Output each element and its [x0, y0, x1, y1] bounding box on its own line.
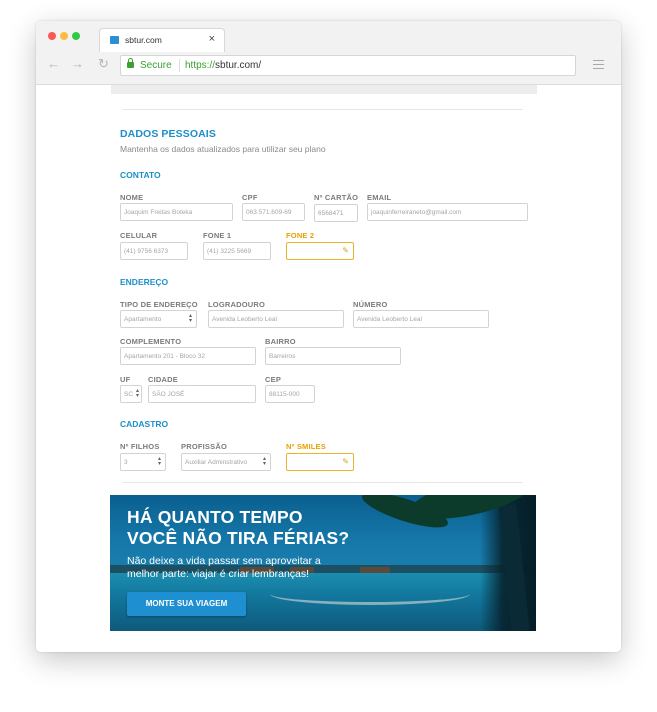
- browser-window: sbtur.com × ← → ↻ Secure https://sbtur.c…: [36, 21, 621, 652]
- forward-arrow-icon[interactable]: →: [71, 57, 84, 70]
- smiles-label: Nº SMILES: [286, 442, 326, 451]
- select-arrows-icon: ▴ ▾: [135, 388, 139, 399]
- nome-field[interactable]: Joaquim Freitas Boteka: [120, 203, 233, 221]
- cartao-label: Nº CARTÃO: [314, 193, 359, 202]
- tab-close-icon[interactable]: ×: [209, 33, 215, 45]
- promo-banner: HÁ QUANTO TEMPO VOCÊ NÃO TIRA FÉRIAS? Nã…: [110, 495, 536, 631]
- section-contato: CONTATO: [120, 170, 161, 180]
- tipo-value: Apartamento: [124, 316, 162, 323]
- browser-chrome: sbtur.com × ← → ↻ Secure https://sbtur.c…: [36, 21, 621, 85]
- hamburger-menu-icon[interactable]: [593, 60, 604, 72]
- select-arrows-icon: ▴ ▾: [157, 456, 161, 467]
- fone1-label: FONE 1: [203, 231, 232, 240]
- profissao-label: PROFISSÃO: [181, 442, 227, 451]
- pencil-icon: ✎: [342, 457, 349, 466]
- maximize-window-button[interactable]: [72, 32, 80, 40]
- top-grey-bar: [111, 85, 537, 94]
- pencil-icon: ✎: [342, 246, 349, 255]
- reload-icon[interactable]: ↻: [98, 57, 109, 70]
- cpf-field[interactable]: 063.571.609-69: [242, 203, 305, 221]
- nome-label: NOME: [120, 193, 144, 202]
- banner-title-line2: VOCÊ NÃO TIRA FÉRIAS?: [127, 528, 350, 548]
- url-scheme: https://: [185, 60, 216, 71]
- url-separator: [179, 59, 180, 72]
- uf-label: UF: [120, 375, 131, 384]
- uf-value: SC: [124, 391, 134, 398]
- tab-title: sbtur.com: [125, 35, 162, 45]
- url-host: sbtur.com/: [215, 60, 262, 71]
- browser-tab[interactable]: sbtur.com ×: [99, 28, 225, 52]
- divider: [123, 482, 523, 483]
- banner-text-line2: melhor parte: viajar é criar lembranças!: [127, 568, 310, 580]
- page-title: DADOS PESSOAIS: [120, 128, 216, 140]
- profissao-select[interactable]: Auxiliar Adminstrativo ▴ ▾: [181, 453, 271, 471]
- banner-text-line1: Não deixe a vida passar sem aproveitar a: [127, 555, 321, 567]
- banner-title: HÁ QUANTO TEMPO VOCÊ NÃO TIRA FÉRIAS?: [127, 507, 349, 549]
- secure-label: Secure: [140, 60, 172, 71]
- monte-sua-viagem-button[interactable]: MONTE SUA VIAGEM: [127, 592, 246, 616]
- close-window-button[interactable]: [48, 32, 56, 40]
- numero-label: NÚMERO: [353, 300, 388, 309]
- select-arrows-icon: ▴ ▾: [188, 313, 192, 324]
- numero-field[interactable]: Avenida Leoberto Leal: [353, 310, 489, 328]
- section-cadastro: CADASTRO: [120, 419, 169, 429]
- minimize-window-button[interactable]: [60, 32, 68, 40]
- cartao-field[interactable]: 6568471: [314, 204, 358, 222]
- fone2-label: FONE 2: [286, 231, 315, 240]
- celular-field[interactable]: (41) 9756 6373: [120, 242, 188, 260]
- cidade-label: CIDADE: [148, 375, 178, 384]
- cep-label: CEP: [265, 375, 282, 384]
- cidade-field[interactable]: SÃO JOSÉ: [148, 385, 256, 403]
- cpf-label: CPF: [242, 193, 258, 202]
- cep-field[interactable]: 88115-000: [265, 385, 315, 403]
- url-text[interactable]: https://sbtur.com/: [185, 60, 261, 71]
- tipo-select[interactable]: Apartamento ▴ ▾: [120, 310, 197, 328]
- banner-text: Não deixe a vida passar sem aproveitar a…: [127, 555, 321, 581]
- filhos-select[interactable]: 3 ▴ ▾: [120, 453, 166, 471]
- celular-label: CELULAR: [120, 231, 158, 240]
- bairro-label: BAIRRO: [265, 337, 296, 346]
- page-subtitle: Mantenha os dados atualizados para utili…: [120, 144, 326, 154]
- uf-select[interactable]: SC ▴ ▾: [120, 385, 142, 403]
- back-arrow-icon[interactable]: ←: [47, 57, 60, 70]
- banner-title-line1: HÁ QUANTO TEMPO: [127, 507, 303, 527]
- logradouro-label: LOGRADOURO: [208, 300, 265, 309]
- divider: [123, 109, 523, 110]
- profissao-value: Auxiliar Adminstrativo: [185, 459, 248, 466]
- lock-icon: [127, 58, 134, 68]
- smiles-field[interactable]: ✎: [286, 453, 354, 471]
- favicon-icon: [110, 36, 119, 44]
- email-label: EMAIL: [367, 193, 392, 202]
- complemento-label: COMPLEMENTO: [120, 337, 182, 346]
- fone2-field[interactable]: ✎: [286, 242, 354, 260]
- select-arrows-icon: ▴ ▾: [262, 456, 266, 467]
- page-content: DADOS PESSOAIS Mantenha os dados atualiz…: [36, 85, 621, 652]
- section-endereco: ENDEREÇO: [120, 277, 169, 287]
- complemento-field[interactable]: Apartamento 201 - Bloco 32: [120, 347, 256, 365]
- address-bar[interactable]: Secure https://sbtur.com/: [120, 55, 576, 76]
- email-field[interactable]: joaquinferreiraneto@gmail.com: [367, 203, 528, 221]
- filhos-value: 3: [124, 459, 128, 466]
- logradouro-field[interactable]: Avenida Leoberto Leal: [208, 310, 344, 328]
- filhos-label: Nº FILHOS: [120, 442, 160, 451]
- banner-hammock: [270, 583, 470, 605]
- bairro-field[interactable]: Barreiros: [265, 347, 401, 365]
- fone1-field[interactable]: (41) 3225 5669: [203, 242, 271, 260]
- tipo-label: TIPO DE ENDEREÇO: [120, 300, 198, 309]
